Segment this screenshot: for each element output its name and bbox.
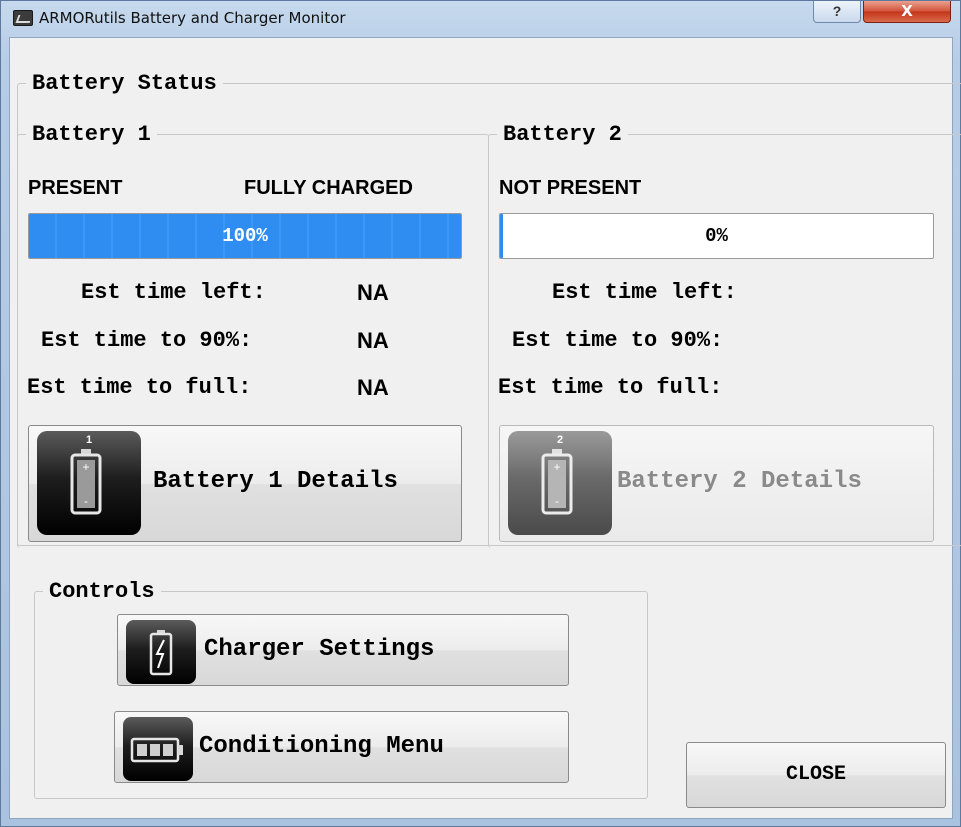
battery1-details-button[interactable]: 1 + - Battery 1 Details <box>28 425 462 542</box>
battery1-legend: Battery 1 <box>26 122 157 147</box>
battery2-presence: NOT PRESENT <box>499 177 642 199</box>
battery1-time-90-value: NA <box>357 328 389 353</box>
battery2-progress-bar: 0% <box>499 213 934 259</box>
controls-group: Controls Charger Settings Conditioning M… <box>34 579 648 799</box>
battery2-legend: Battery 2 <box>497 122 628 147</box>
window-close-button[interactable]: X <box>863 1 951 23</box>
app-icon <box>13 10 33 26</box>
help-button[interactable]: ? <box>813 1 861 23</box>
battery1-charge-state: FULLY CHARGED <box>244 177 413 199</box>
svg-text:-: - <box>555 494 559 508</box>
conditioning-menu-label: Conditioning Menu <box>199 733 444 760</box>
charger-settings-label: Charger Settings <box>204 636 435 663</box>
battery1-time-full-label: Est time to full: <box>27 375 252 400</box>
battery1-details-label: Battery 1 Details <box>153 468 398 495</box>
battery2-details-label: Battery 2 Details <box>617 468 862 495</box>
window-title: ARMORutils Battery and Charger Monitor <box>39 9 346 27</box>
client-area: Battery Status Battery 1 PRESENT FULLY C… <box>9 37 961 819</box>
battery1-progress-text: 100% <box>222 225 268 247</box>
horizontal-battery-icon <box>123 717 193 781</box>
charger-settings-button[interactable]: Charger Settings <box>117 614 569 686</box>
app-window: ARMORutils Battery and Charger Monitor ?… <box>0 0 961 827</box>
battery2-time-90-label: Est time to 90%: <box>512 328 724 353</box>
svg-text:+: + <box>553 460 560 474</box>
conditioning-menu-button[interactable]: Conditioning Menu <box>114 711 569 783</box>
svg-text:-: - <box>84 494 88 508</box>
battery1-time-full-value: NA <box>357 375 389 400</box>
battery2-group: Battery 2 NOT PRESENT 0% Est time left: … <box>488 122 961 548</box>
battery2-time-left-label: Est time left: <box>552 280 737 305</box>
battery1-time-left-label: Est time left: <box>81 280 266 305</box>
close-button[interactable]: CLOSE <box>686 742 946 808</box>
battery-status-group: Battery Status Battery 1 PRESENT FULLY C… <box>17 71 961 548</box>
controls-legend: Controls <box>43 579 161 604</box>
battery1-group: Battery 1 PRESENT FULLY CHARGED 100% Est… <box>17 122 489 548</box>
battery2-details-button[interactable]: 2 + - Battery 2 Details <box>499 425 934 542</box>
battery1-time-90-label: Est time to 90%: <box>41 328 253 353</box>
battery-status-legend: Battery Status <box>26 71 223 96</box>
charger-battery-icon <box>126 620 196 684</box>
battery-icon: 1 + - <box>37 431 141 535</box>
battery2-time-full-label: Est time to full: <box>498 375 723 400</box>
close-button-label: CLOSE <box>785 763 846 786</box>
title-bar[interactable]: ARMORutils Battery and Charger Monitor ?… <box>1 1 960 37</box>
battery1-time-left-value: NA <box>357 280 389 305</box>
battery-icon: 2 + - <box>508 431 612 535</box>
battery2-progress-text: 0% <box>705 225 728 247</box>
battery1-progress-bar: 100% <box>28 213 462 259</box>
svg-text:+: + <box>82 460 89 474</box>
battery1-presence: PRESENT <box>28 177 123 199</box>
